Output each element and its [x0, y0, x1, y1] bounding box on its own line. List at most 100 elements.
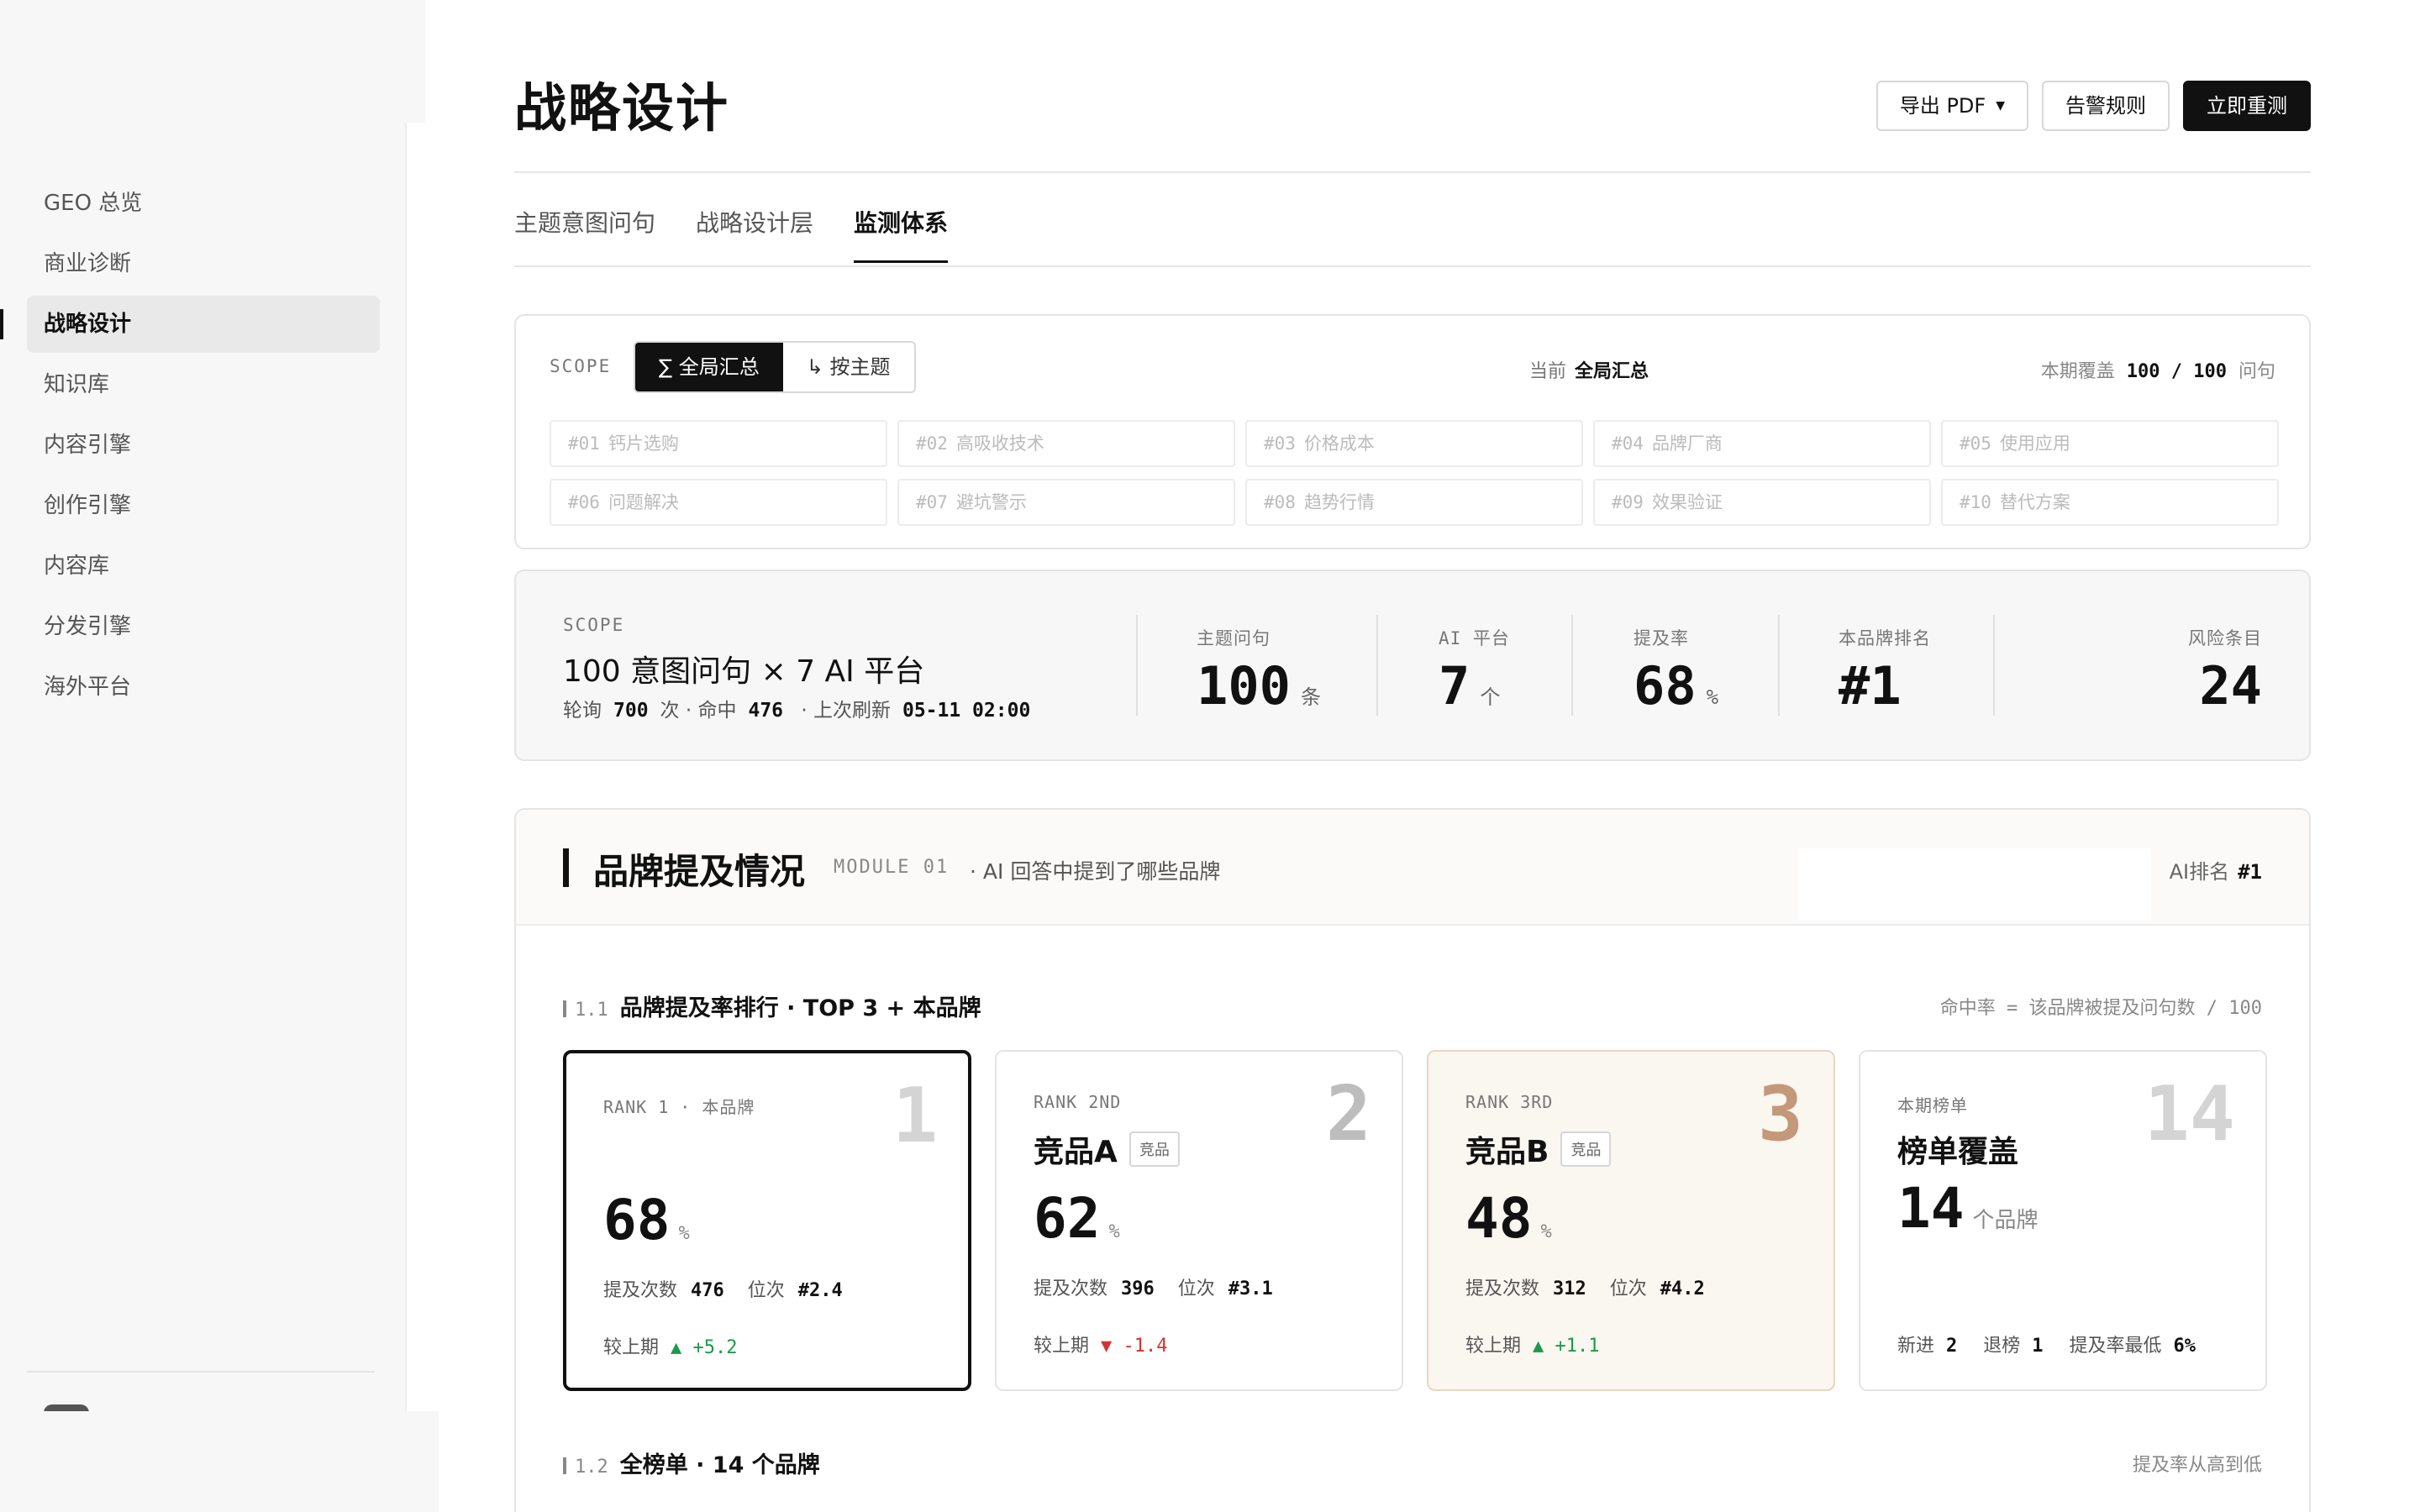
rank-card-competitor-a[interactable]: RANK 2ND 2 竞品A 竞品 62% 提及次数 396 位次 #3.1 较上期 ▼ …	[995, 1050, 1403, 1391]
topic-chip[interactable]: #10 替代方案	[1941, 479, 2279, 526]
tab-bar: 主题意图问句 战略设计层 监测体系	[514, 205, 949, 263]
stat-number: 100	[1197, 655, 1291, 717]
sidebar-divider	[27, 1371, 375, 1373]
scope-global-button[interactable]: ∑ 全局汇总	[635, 343, 783, 391]
card-value: 62	[1034, 1186, 1101, 1251]
section-note: 提及率从高到低	[2132, 1455, 2262, 1476]
card-mention-rate: 62%	[1034, 1186, 1120, 1251]
stat-label: 主题问句	[1197, 628, 1270, 648]
poll-unit: 次 ·	[660, 700, 692, 722]
card-rank-label: RANK 3RD	[1465, 1092, 1554, 1112]
section-number: 1.1	[575, 1000, 608, 1021]
topic-chip-name: 使用应用	[1999, 433, 2070, 454]
card-unit: %	[1540, 1221, 1552, 1242]
position-label: 位次	[1177, 1278, 1215, 1299]
stat-number: 68	[1634, 655, 1697, 717]
module-accent-bar	[563, 848, 569, 887]
topic-chip[interactable]: #06 问题解决	[550, 479, 887, 526]
rank-card-competitor-b[interactable]: RANK 3RD 3 竞品B 竞品 48% 提及次数 312 位次 #4.2 较上期 ▲ …	[1427, 1050, 1835, 1391]
card-meta: 提及次数 396 位次 #3.1	[1034, 1273, 1297, 1300]
stat-value: 24	[2188, 655, 2262, 717]
count-label: 提及次数	[1034, 1278, 1108, 1299]
card-brand-count: 14 个品牌	[1897, 1176, 2039, 1241]
summary-scope-label: SCOPE	[563, 615, 625, 635]
stat-label: 提及率	[1634, 628, 1689, 648]
competitor-badge: 竞品	[1560, 1131, 1612, 1167]
tab-topic-intent[interactable]: 主题意图问句	[514, 205, 655, 263]
summary-subline: 轮询 700 次 · 命中 476 · 上次刷新 05-11 02:00	[563, 694, 1042, 722]
section-tick	[563, 1000, 566, 1017]
scope-toggle: ∑ 全局汇总 ↳ 按主题	[634, 341, 916, 393]
delta-value: ▼ -1.4	[1101, 1336, 1168, 1357]
stat-value: #1	[1839, 655, 1931, 717]
alert-rules-button[interactable]: 告警规则	[2042, 81, 2170, 131]
delta-label: 较上期	[1034, 1336, 1090, 1357]
scope-panel: SCOPE ∑ 全局汇总 ↳ 按主题 当前 全局汇总 本期覆盖 100 / 100 问…	[514, 314, 2311, 549]
rank-card-own-brand[interactable]: RANK 1 · 本品牌 1 68% 提及次数 476 位次 #2.4 较上期 ▲ +5…	[563, 1050, 971, 1391]
topic-chip[interactable]: #07 避坑警示	[897, 479, 1235, 526]
sidebar-item-overseas-platform[interactable]: 海外平台	[27, 659, 380, 716]
module-description: · AI 回答中提到了哪些品牌	[970, 859, 1221, 884]
coverage-unit: 问句	[2238, 361, 2275, 382]
topic-chip-name: 避坑警示	[955, 492, 1027, 512]
page-title: 战略设计	[514, 77, 730, 139]
stat-value: 100 条	[1197, 655, 1321, 717]
card-delta: 较上期 ▲ +1.1	[1465, 1331, 1600, 1357]
topic-chip[interactable]: #02 高吸收技术	[897, 420, 1235, 467]
sidebar-item-creation-engine[interactable]: 创作引擎	[27, 477, 380, 534]
sidebar-item-knowledge-base[interactable]: 知识库	[27, 356, 380, 413]
leaderboard-coverage-card[interactable]: 本期榜单 14 榜单覆盖 14 个品牌 新进 2 退榜 1 提及率最低 6%	[1859, 1050, 2267, 1391]
topic-chip-num: #08	[1264, 492, 1296, 512]
topic-chip[interactable]: #04 品牌厂商	[1593, 420, 1931, 467]
topic-chip[interactable]: #09 效果验证	[1593, 479, 1931, 526]
position-value: #4.2	[1660, 1278, 1705, 1299]
module-header-blank	[1798, 848, 2151, 921]
card-mention-rate: 48%	[1465, 1186, 1552, 1251]
topic-chips: #01 钙片选购 #02 高吸收技术 #03 价格成本 #04 品牌厂商 #05 使用应用…	[550, 420, 2279, 526]
delta-value: ▲ +5.2	[671, 1337, 738, 1358]
topic-chip-num: #09	[1612, 492, 1644, 512]
topic-chip-num: #10	[1960, 492, 1991, 512]
stat-label: 本品牌排名	[1839, 628, 1931, 648]
scope-coverage: 本期覆盖 100 / 100 问句	[2041, 356, 2275, 383]
topic-chip[interactable]: #01 钙片选购	[550, 420, 887, 467]
summary-title: 100 意图问句 × 7 AI 平台	[563, 654, 925, 689]
export-pdf-button[interactable]: 导出 PDF ▼	[1876, 81, 2028, 131]
divider	[1136, 615, 1138, 716]
count-value: 476	[691, 1280, 724, 1301]
topic-chip-name: 替代方案	[1999, 492, 2070, 512]
stat-brand-rank: 本品牌排名 #1	[1839, 625, 1931, 717]
sidebar-item-content-engine[interactable]: 内容引擎	[27, 417, 380, 474]
topic-chip-name: 高吸收技术	[955, 433, 1044, 454]
coverage-value: 100 / 100	[2126, 361, 2227, 382]
topic-chip[interactable]: #08 趋势行情	[1245, 479, 1583, 526]
stat-unit: 条	[1300, 685, 1321, 709]
position-value: #3.1	[1228, 1278, 1273, 1299]
topic-chip-name: 效果验证	[1651, 492, 1723, 512]
tabs-divider	[514, 265, 2311, 267]
topic-chip[interactable]: #05 使用应用	[1941, 420, 2279, 467]
sidebar-item-content-library[interactable]: 内容库	[27, 538, 380, 595]
card-delta: 较上期 ▼ -1.4	[1034, 1331, 1168, 1357]
tab-strategy-layer[interactable]: 战略设计层	[696, 205, 813, 263]
scope-by-topic-button[interactable]: ↳ 按主题	[782, 343, 914, 391]
sidebar-item-geo-overview[interactable]: GEO 总览	[27, 175, 380, 232]
sidebar-item-distribution-engine[interactable]: 分发引擎	[27, 598, 380, 655]
module-tag: MODULE 01	[834, 857, 950, 878]
summary-panel: SCOPE 100 意图问句 × 7 AI 平台 轮询 700 次 · 命中 476 …	[514, 570, 2311, 761]
topic-chip-num: #06	[568, 492, 600, 512]
card-value: 48	[1465, 1186, 1533, 1251]
topic-chip[interactable]: #03 价格成本	[1245, 420, 1583, 467]
card-unit: %	[678, 1223, 690, 1244]
retest-button[interactable]: 立即重测	[2183, 81, 2311, 131]
stat-label: AI 平台	[1439, 628, 1510, 648]
topic-chip-name: 钙片选购	[608, 433, 679, 454]
sidebar-item-business-diagnosis[interactable]: 商业诊断	[27, 235, 380, 292]
sidebar-item-strategy-design[interactable]: 战略设计	[0, 296, 380, 353]
ai-rank-value: #1	[2238, 860, 2262, 884]
module-ai-rank: AI排名 #1	[2170, 855, 2262, 885]
tab-monitoring[interactable]: 监测体系	[854, 205, 949, 263]
new-label: 新进	[1897, 1336, 1935, 1357]
divider	[1571, 615, 1573, 716]
section-heading-ranking: 1.1 品牌提及率排行 · TOP 3 + 本品牌	[563, 990, 981, 1022]
